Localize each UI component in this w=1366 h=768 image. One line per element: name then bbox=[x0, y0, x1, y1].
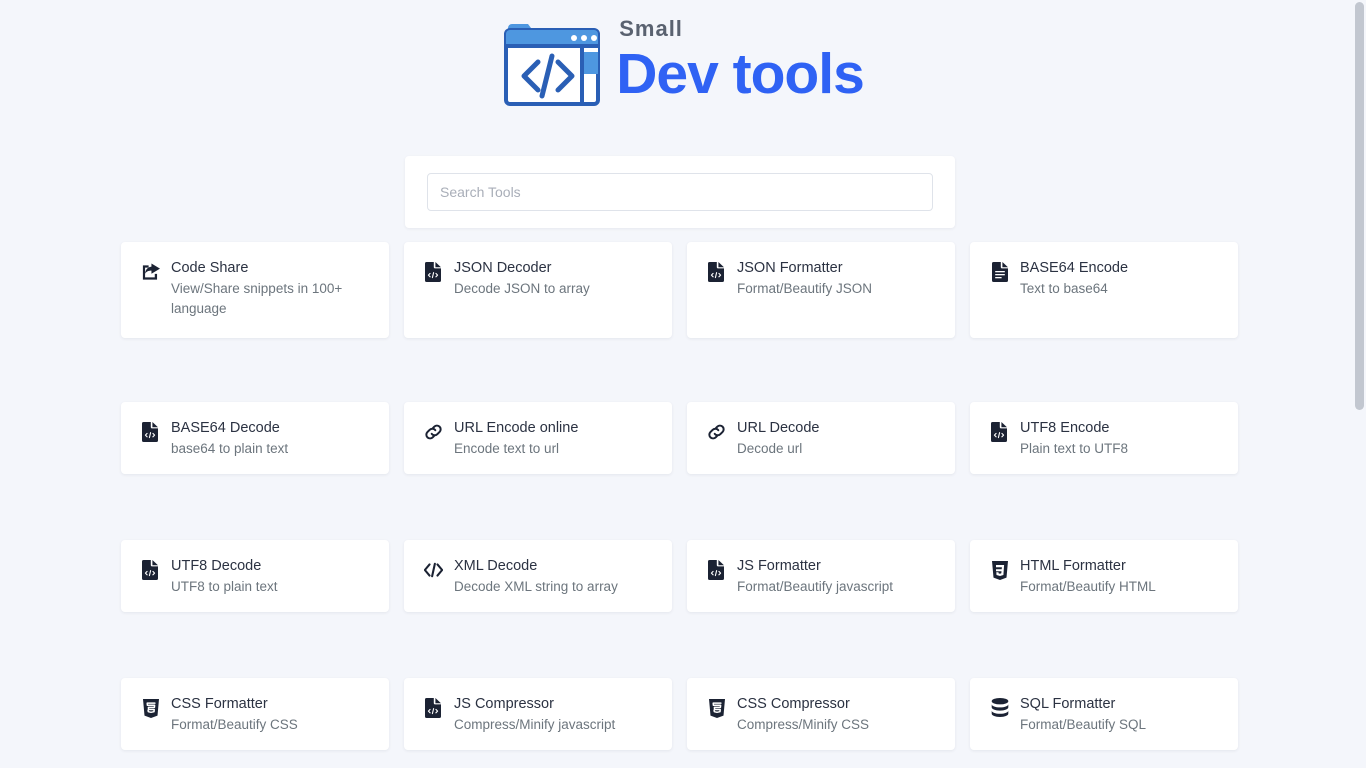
tool-card-body: UTF8 Decode UTF8 to plain text bbox=[171, 556, 278, 597]
tool-card-body: BASE64 Encode Text to base64 bbox=[1020, 258, 1128, 299]
file-code-icon bbox=[424, 697, 443, 719]
tool-card-title: BASE64 Decode bbox=[171, 420, 280, 436]
tool-card-description: Decode JSON to array bbox=[454, 281, 590, 297]
code-brackets-icon bbox=[424, 559, 443, 581]
tool-card-description: Format/Beautify JSON bbox=[737, 281, 873, 297]
tool-card[interactable]: Code Share View/Share snippets in 100+ la… bbox=[121, 242, 389, 338]
tool-card-description: Format/Beautify javascript bbox=[737, 579, 894, 595]
link-icon bbox=[707, 421, 726, 443]
tool-card-title: CSS Formatter bbox=[171, 696, 268, 712]
tool-card-description: Decode url bbox=[737, 441, 803, 457]
tool-card[interactable]: UTF8 Encode Plain text to UTF8 bbox=[970, 402, 1238, 474]
tool-card-description: Text to base64 bbox=[1020, 281, 1108, 297]
tool-card-body: JSON Decoder Decode JSON to array bbox=[454, 258, 590, 299]
tool-card[interactable]: UTF8 Decode UTF8 to plain text bbox=[121, 540, 389, 612]
tool-card-description: Format/Beautify SQL bbox=[1020, 717, 1147, 733]
file-code-icon bbox=[424, 261, 443, 283]
tool-card-description: View/Share snippets in 100+ language bbox=[171, 281, 343, 317]
tool-card-description: Encode text to url bbox=[454, 441, 560, 457]
tool-card[interactable]: JS Formatter Format/Beautify javascript bbox=[687, 540, 955, 612]
share-square-icon bbox=[141, 261, 160, 283]
tool-card-body: SQL Formatter Format/Beautify SQL bbox=[1020, 694, 1146, 735]
tool-card[interactable]: CSS Compressor Compress/Minify CSS bbox=[687, 678, 955, 750]
tool-card[interactable]: JSON Decoder Decode JSON to array bbox=[404, 242, 672, 338]
tool-card-description: Compress/Minify javascript bbox=[454, 717, 616, 733]
tool-card-body: URL Encode online Encode text to url bbox=[454, 418, 578, 459]
tool-card-description: Plain text to UTF8 bbox=[1020, 441, 1129, 457]
tool-card-description: Decode XML string to array bbox=[454, 579, 618, 595]
css3-shield-icon bbox=[707, 697, 726, 719]
page-viewport: Small Dev tools Code Share View/Share sni… bbox=[0, 0, 1366, 768]
database-icon bbox=[990, 697, 1009, 719]
link-icon bbox=[424, 421, 443, 443]
file-code-icon bbox=[707, 261, 726, 283]
page-scrollbar-thumb[interactable] bbox=[1355, 2, 1364, 410]
tool-card[interactable]: BASE64 Decode base64 to plain text bbox=[121, 402, 389, 474]
tool-card-title: XML Decode bbox=[454, 558, 538, 574]
tool-card[interactable]: HTML Formatter Format/Beautify HTML bbox=[970, 540, 1238, 612]
tool-card[interactable]: JSON Formatter Format/Beautify JSON bbox=[687, 242, 955, 338]
tool-card-body: HTML Formatter Format/Beautify HTML bbox=[1020, 556, 1156, 597]
tool-card[interactable]: URL Decode Decode url bbox=[687, 402, 955, 474]
tool-card-body: CSS Formatter Format/Beautify CSS bbox=[171, 694, 298, 735]
tool-card-description: Format/Beautify HTML bbox=[1020, 579, 1156, 595]
tool-card-title: UTF8 Decode bbox=[171, 558, 262, 574]
tool-card-title: URL Decode bbox=[737, 420, 820, 436]
code-window-folder-icon bbox=[502, 18, 602, 106]
tool-card-title: BASE64 Encode bbox=[1020, 260, 1129, 276]
tool-card-title: URL Encode online bbox=[454, 420, 579, 436]
search-panel bbox=[405, 156, 955, 228]
tool-card-description: UTF8 to plain text bbox=[171, 579, 278, 595]
tool-card-body: URL Decode Decode url bbox=[737, 418, 819, 459]
file-code-icon bbox=[141, 559, 160, 581]
site-logo[interactable]: Small Dev tools bbox=[502, 14, 865, 106]
page-scrollbar[interactable] bbox=[1352, 0, 1366, 768]
tool-card-title: UTF8 Encode bbox=[1020, 420, 1110, 436]
file-lines-icon bbox=[990, 261, 1009, 283]
tool-card[interactable]: JS Compressor Compress/Minify javascript bbox=[404, 678, 672, 750]
tool-card-body: JS Compressor Compress/Minify javascript bbox=[454, 694, 615, 735]
tool-card-title: JSON Decoder bbox=[454, 260, 552, 276]
html5-shield-icon bbox=[990, 559, 1009, 581]
tool-card-body: UTF8 Encode Plain text to UTF8 bbox=[1020, 418, 1128, 459]
logo-main-text: Dev tools bbox=[616, 42, 865, 106]
tool-card[interactable]: XML Decode Decode XML string to array bbox=[404, 540, 672, 612]
file-code-icon bbox=[707, 559, 726, 581]
tools-grid: Code Share View/Share snippets in 100+ la… bbox=[121, 242, 1239, 768]
file-code-icon bbox=[990, 421, 1009, 443]
tool-card-title: JS Compressor bbox=[454, 696, 554, 712]
logo-wordmark: Small Dev tools bbox=[616, 14, 865, 106]
tool-card-body: JSON Formatter Format/Beautify JSON bbox=[737, 258, 872, 299]
tool-card-description: Format/Beautify CSS bbox=[171, 717, 298, 733]
tool-card-title: HTML Formatter bbox=[1020, 558, 1126, 574]
tool-card[interactable]: URL Encode online Encode text to url bbox=[404, 402, 672, 474]
tool-card-body: Code Share View/Share snippets in 100+ la… bbox=[171, 258, 371, 319]
file-code-icon bbox=[141, 421, 160, 443]
tool-card-title: Code Share bbox=[171, 260, 249, 276]
tool-card[interactable]: CSS Formatter Format/Beautify CSS bbox=[121, 678, 389, 750]
tool-card-title: CSS Compressor bbox=[737, 696, 850, 712]
site-header: Small Dev tools bbox=[0, 0, 1366, 106]
tool-card-body: CSS Compressor Compress/Minify CSS bbox=[737, 694, 869, 735]
css3-shield-icon bbox=[141, 697, 160, 719]
tool-card-body: XML Decode Decode XML string to array bbox=[454, 556, 618, 597]
tool-card-body: JS Formatter Format/Beautify javascript bbox=[737, 556, 893, 597]
search-input[interactable] bbox=[427, 173, 933, 211]
tool-card-description: Compress/Minify CSS bbox=[737, 717, 870, 733]
logo-small-text: Small bbox=[619, 16, 683, 41]
tool-card-description: base64 to plain text bbox=[171, 441, 289, 457]
tool-card[interactable]: SQL Formatter Format/Beautify SQL bbox=[970, 678, 1238, 750]
tool-card-title: JS Formatter bbox=[737, 558, 821, 574]
tool-card[interactable]: BASE64 Encode Text to base64 bbox=[970, 242, 1238, 338]
tool-card-body: BASE64 Decode base64 to plain text bbox=[171, 418, 288, 459]
tool-card-title: JSON Formatter bbox=[737, 260, 843, 276]
tool-card-title: SQL Formatter bbox=[1020, 696, 1116, 712]
